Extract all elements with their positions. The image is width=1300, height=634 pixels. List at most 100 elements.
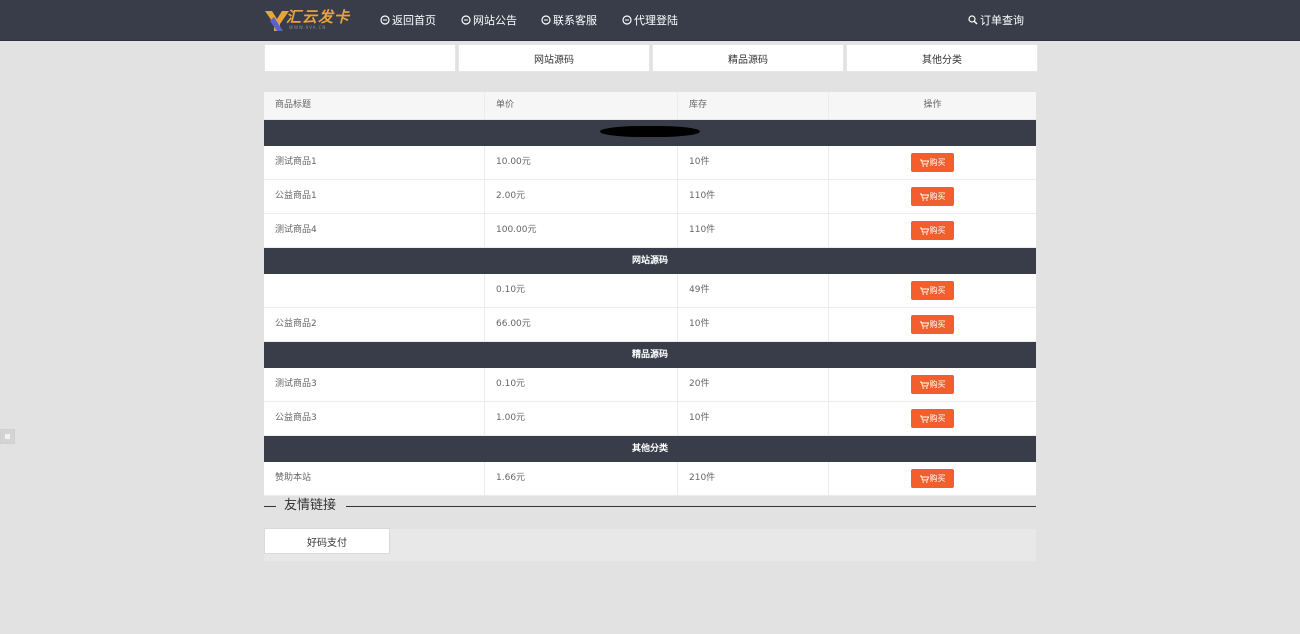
agent-icon xyxy=(622,15,632,25)
buy-label: 购买 xyxy=(929,474,946,483)
buy-button[interactable]: 购买 xyxy=(911,375,954,394)
order-query-label: 订单查询 xyxy=(980,14,1024,27)
nav-notice-label: 网站公告 xyxy=(473,14,517,27)
action-cell: 购买 xyxy=(829,368,1036,401)
nav-agent-label: 代理登陆 xyxy=(634,14,678,27)
friend-link-item[interactable]: 好码支付 xyxy=(264,528,390,554)
product-table: 商品标题 单价 库存 操作 测试商品1 10.00元 10件 购买 公益商品1 … xyxy=(264,92,1036,496)
redaction-mark xyxy=(600,126,700,137)
product-stock: 10件 xyxy=(678,308,829,341)
buy-label: 购买 xyxy=(929,192,946,201)
table-row: 测试商品1 10.00元 10件 购买 xyxy=(264,146,1036,180)
product-stock: 110件 xyxy=(678,214,829,247)
column-header-action: 操作 xyxy=(923,100,942,110)
category-row: 其他分类 xyxy=(264,436,1036,462)
category-label: 其他分类 xyxy=(631,444,668,454)
notice-icon xyxy=(461,15,471,25)
column-header-price: 单价 xyxy=(485,92,678,119)
nav-service[interactable]: 联系客服 xyxy=(541,11,597,29)
cart-icon xyxy=(919,321,929,329)
cart-icon xyxy=(919,475,929,483)
product-price: 10.00元 xyxy=(485,146,678,179)
nav-home[interactable]: 返回首页 xyxy=(380,11,436,29)
order-query-link[interactable]: 订单查询 xyxy=(968,11,1024,29)
table-row: 公益商品1 2.00元 110件 购买 xyxy=(264,180,1036,214)
product-stock: 49件 xyxy=(678,274,829,307)
buy-label: 购买 xyxy=(929,414,946,423)
nav-agent-login[interactable]: 代理登陆 xyxy=(622,11,678,29)
product-price: 66.00元 xyxy=(485,308,678,341)
buy-label: 购买 xyxy=(929,226,946,235)
product-title: 赞助本站 xyxy=(264,462,485,495)
cart-icon xyxy=(919,227,929,235)
action-cell: 购买 xyxy=(829,146,1036,179)
category-row: 网站源码 xyxy=(264,248,1036,274)
table-row: 公益商品3 1.00元 10件 购买 xyxy=(264,402,1036,436)
cart-icon xyxy=(919,381,929,389)
search-icon xyxy=(968,15,978,25)
action-cell: 购买 xyxy=(829,180,1036,213)
cart-icon xyxy=(919,193,929,201)
action-cell: 购买 xyxy=(829,214,1036,247)
category-row: 精品源码 xyxy=(264,342,1036,368)
tab-website-source[interactable]: 网站源码 xyxy=(458,44,650,72)
table-header-row: 商品标题 单价 库存 操作 xyxy=(264,92,1036,120)
tab-other[interactable]: 其他分类 xyxy=(846,44,1038,72)
buy-button[interactable]: 购买 xyxy=(911,315,954,334)
category-label: 精品源码 xyxy=(631,350,668,360)
buy-label: 购买 xyxy=(929,320,946,329)
table-row: 0.10元 49件 购买 xyxy=(264,274,1036,308)
action-cell: 购买 xyxy=(829,402,1036,435)
buy-button[interactable]: 购买 xyxy=(911,153,954,172)
column-header-stock: 库存 xyxy=(678,92,829,119)
tab-premium-source[interactable]: 精品源码 xyxy=(652,44,844,72)
buy-button[interactable]: 购买 xyxy=(911,221,954,240)
logo-text[interactable]: 汇云发卡 xyxy=(286,8,350,26)
category-label: 网站源码 xyxy=(631,256,668,266)
cart-icon xyxy=(919,287,929,295)
product-price: 0.10元 xyxy=(485,368,678,401)
cart-icon xyxy=(919,159,929,167)
tab-default[interactable] xyxy=(264,44,456,72)
buy-label: 购买 xyxy=(929,380,946,389)
product-stock: 10件 xyxy=(678,402,829,435)
nav-home-label: 返回首页 xyxy=(392,14,436,27)
home-icon xyxy=(380,15,390,25)
table-row: 公益商品2 66.00元 10件 购买 xyxy=(264,308,1036,342)
product-title: 测试商品3 xyxy=(264,368,485,401)
category-row xyxy=(264,120,1036,146)
table-row: 测试商品4 100.00元 110件 购买 xyxy=(264,214,1036,248)
buy-button[interactable]: 购买 xyxy=(911,409,954,428)
product-title: 公益商品1 xyxy=(264,180,485,213)
product-price: 1.66元 xyxy=(485,462,678,495)
table-row: 赞助本站 1.66元 210件 购买 xyxy=(264,462,1036,496)
side-widget[interactable] xyxy=(0,429,15,444)
product-title xyxy=(264,274,485,307)
product-price: 100.00元 xyxy=(485,214,678,247)
logo-subtext: WWW.9VA.CN xyxy=(289,25,327,30)
product-stock: 110件 xyxy=(678,180,829,213)
friend-links-title: 友情链接 xyxy=(284,498,337,513)
table-row: 测试商品3 0.10元 20件 购买 xyxy=(264,368,1036,402)
product-price: 1.00元 xyxy=(485,402,678,435)
product-price: 0.10元 xyxy=(485,274,678,307)
product-title: 测试商品4 xyxy=(264,214,485,247)
divider xyxy=(264,506,276,507)
nav-service-label: 联系客服 xyxy=(553,14,597,27)
action-cell: 购买 xyxy=(829,462,1036,495)
product-title: 公益商品3 xyxy=(264,402,485,435)
buy-label: 购买 xyxy=(929,286,946,295)
nav-notice[interactable]: 网站公告 xyxy=(461,11,517,29)
product-title: 公益商品2 xyxy=(264,308,485,341)
buy-label: 购买 xyxy=(929,158,946,167)
cart-icon xyxy=(919,415,929,423)
product-stock: 20件 xyxy=(678,368,829,401)
product-title: 测试商品1 xyxy=(264,146,485,179)
buy-button[interactable]: 购买 xyxy=(911,469,954,488)
buy-button[interactable]: 购买 xyxy=(911,187,954,206)
product-price: 2.00元 xyxy=(485,180,678,213)
service-icon xyxy=(541,15,551,25)
buy-button[interactable]: 购买 xyxy=(911,281,954,300)
widget-icon xyxy=(5,434,10,439)
column-header-title: 商品标题 xyxy=(264,92,485,119)
